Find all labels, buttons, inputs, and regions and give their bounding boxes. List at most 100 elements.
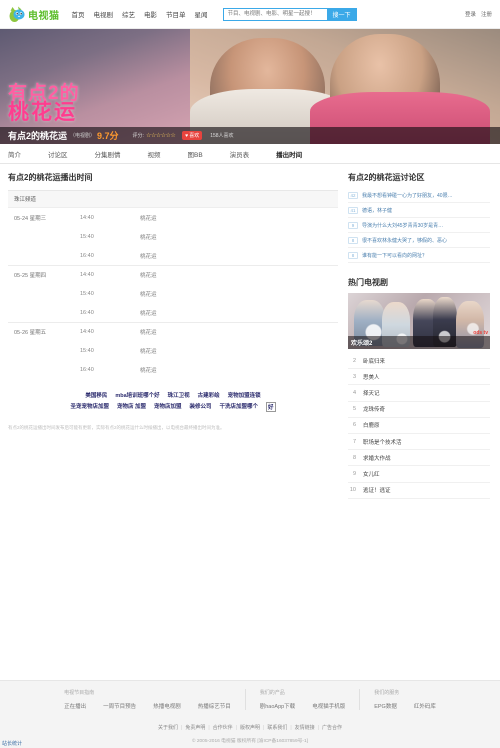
like-button[interactable]: ♥ 喜欢 [182, 131, 202, 140]
nav-item-movies[interactable]: 电影 [144, 9, 157, 19]
footer-link[interactable]: 正在播出 [64, 702, 86, 710]
tag-link[interactable]: 圣宠宠物店加盟 [70, 402, 109, 412]
hot-drama-name[interactable]: 龙珠传奇 [363, 405, 385, 413]
hot-drama-item[interactable]: 6白鹿原 [348, 418, 490, 434]
nav-item-home[interactable]: 首页 [72, 9, 85, 19]
hot-drama-item[interactable]: 7职场是个技术活 [348, 434, 490, 450]
schedule-program[interactable]: 桃花运 [140, 271, 157, 279]
hot-drama-name[interactable]: 逃证！逃证 [363, 486, 391, 494]
tab-video[interactable]: 视频 [148, 149, 161, 159]
footer-link[interactable]: 红外码库 [414, 702, 436, 710]
nav-item-schedule[interactable]: 节目单 [166, 9, 186, 19]
hot-drama-item[interactable]: 4 择天记 [348, 385, 490, 401]
hot-drama-name[interactable]: 职场是个技术活 [363, 438, 402, 446]
search-button[interactable]: 搜一下 [327, 8, 357, 21]
discussion-title[interactable]: 很不喜欢林永健大哭了，够假的、恶心 [362, 237, 447, 244]
tab-cast[interactable]: 演员表 [230, 149, 250, 159]
search-input[interactable] [223, 8, 327, 21]
footer-link[interactable]: 电视猫手机版 [312, 702, 345, 710]
tag-link[interactable]: 宠物店 加盟 [117, 402, 146, 412]
nav-item-variety[interactable]: 综艺 [122, 9, 135, 19]
hero-info-bar: 有点2的桃花运 （电视剧） 9.7分 评分: ☆☆☆☆☆☆ ♥ 喜欢 158人喜… [0, 127, 500, 144]
tab-episodes[interactable]: 分集剧情 [95, 149, 121, 159]
hot-drama-item[interactable]: 8求婚大作战 [348, 450, 490, 466]
footer-nav-link[interactable]: 广告合作 [322, 725, 342, 731]
hot-drama-rank: 5 [348, 406, 356, 412]
schedule-row: 05-25 星期四14:40桃花运 [8, 265, 338, 284]
tag-link[interactable]: 干洗店加盟哪个 [220, 402, 259, 412]
tab-intro[interactable]: 简介 [8, 149, 21, 159]
footer-link[interactable]: EPG数据 [374, 702, 397, 710]
footer-nav-link[interactable]: 关于我们 [158, 725, 178, 731]
tag-link[interactable]: 装修公司 [190, 402, 212, 412]
discussion-item[interactable]: 8谁有能一下可以看向的网址？ [348, 248, 490, 263]
discussion-title[interactable]: 德语，林子健 [362, 207, 392, 214]
hot-drama-name[interactable]: 思美人 [363, 373, 380, 381]
hot-drama-name[interactable]: 择天记 [363, 389, 380, 397]
hot-drama-name[interactable]: 求婚大作战 [363, 454, 391, 462]
rating-label: 评分: [133, 132, 144, 139]
footer-nav-link[interactable]: 版权声明 [240, 725, 260, 731]
schedule-program[interactable]: 桃花运 [140, 233, 157, 241]
tab-airtime[interactable]: 播出时间 [276, 149, 302, 159]
hot-drama-item[interactable]: 3思美人 [348, 369, 490, 385]
schedule-program[interactable]: 桃花运 [140, 290, 157, 298]
cat-logo-icon [8, 5, 26, 23]
schedule-table: 珠江频道 05-24 星期三14:40桃花运15:40桃花运16:40桃花运05… [8, 190, 338, 379]
hot-drama-list: 2 卧底归来 3思美人 4 择天记 5 龙珠传奇 6白鹿原7职场是个技术活8求婚大作战9女儿红… [348, 353, 490, 499]
stat-counter-link[interactable]: 站长统计 [2, 740, 22, 747]
discussion-item[interactable]: 8很不喜欢林永健大哭了，够假的、恶心 [348, 233, 490, 248]
schedule-time: 16:40 [80, 310, 140, 316]
tag-link[interactable]: 美国移民 [85, 391, 107, 399]
footer-nav-link[interactable]: 免责声明 [185, 725, 205, 731]
footer-nav-link[interactable]: 联系我们 [267, 725, 287, 731]
tag-link[interactable]: 宠物店加盟 [154, 402, 182, 412]
footer-link[interactable]: 热播电视剧 [153, 702, 181, 710]
tag-link[interactable]: 宠物加盟连锁 [228, 391, 261, 399]
site-logo[interactable]: 电视猫 [8, 5, 60, 23]
hot-drama-rank: 4 [348, 390, 356, 396]
hot-drama-name[interactable]: 卧底归来 [363, 357, 385, 365]
schedule-program[interactable]: 桃花运 [140, 328, 157, 336]
footer-nav-link[interactable]: 友情链接 [295, 725, 315, 731]
tab-discussion[interactable]: 讨论区 [48, 149, 68, 159]
hot-drama-item[interactable]: 5 龙珠传奇 [348, 402, 490, 418]
tag-link[interactable]: 珠江卫视 [168, 391, 190, 399]
tab-photos[interactable]: 图BB [188, 149, 203, 159]
hot-drama-item[interactable]: 9女儿红 [348, 466, 490, 482]
discussion-item[interactable]: 41德语，林子健 [348, 203, 490, 218]
schedule-program[interactable]: 桃花运 [140, 214, 157, 222]
discussion-item[interactable]: 9导演为什么大刘45岁青青30岁是青… [348, 218, 490, 233]
hot-feature-thumbnail[interactable]: ods tv 欢乐颂2 [348, 293, 490, 349]
discussion-reply-count: 42 [348, 192, 358, 199]
hot-drama-name[interactable]: 女儿红 [363, 470, 380, 478]
nav-item-tv-series[interactable]: 电视剧 [94, 9, 114, 19]
discussion-list: 42 我最不想看钟碰一心为了好朋友，40限… 41德语，林子健9导演为什么大刘45岁… [348, 188, 490, 263]
rating-stars-icon[interactable]: ☆☆☆☆☆☆ [146, 132, 175, 139]
footer-nav-link[interactable]: 合作伙伴 [213, 725, 233, 731]
schedule-program[interactable]: 桃花运 [140, 366, 157, 374]
login-link[interactable]: 登录 [465, 10, 476, 18]
footer-bottom: 关于我们|免责声明|合作伙伴|版权声明|联系我们|友情链接|广告合作 © 200… [0, 710, 500, 748]
rating-widget[interactable]: 评分: ☆☆☆☆☆☆ [133, 132, 176, 139]
footer-link[interactable]: 一周节目预告 [103, 702, 136, 710]
hot-drama-item[interactable]: 10逃证！逃证 [348, 483, 490, 499]
discussion-title[interactable]: 我最不想看钟碰一心为了好朋友，40限… [362, 192, 453, 199]
nav-item-star-news[interactable]: 星闻 [195, 9, 208, 19]
hot-drama-item[interactable]: 2 卧底归来 [348, 353, 490, 369]
discussion-item[interactable]: 42 我最不想看钟碰一心为了好朋友，40限… [348, 188, 490, 203]
schedule-program[interactable]: 桃花运 [140, 309, 157, 317]
footer-link[interactable]: 热播综艺节目 [198, 702, 231, 710]
schedule-program[interactable]: 桃花运 [140, 347, 157, 355]
discussion-title[interactable]: 谁有能一下可以看向的网址？ [362, 252, 427, 259]
register-link[interactable]: 注册 [481, 10, 492, 18]
footer-link[interactable]: 剧haoApp下载 [260, 702, 295, 710]
hot-drama-rank: 2 [348, 358, 356, 364]
tag-link[interactable]: 古建彩绘 [198, 391, 220, 399]
schedule-time: 14:40 [80, 215, 140, 221]
discussion-title[interactable]: 导演为什么大刘45岁青青30岁是青… [362, 222, 443, 229]
hot-drama-name[interactable]: 白鹿原 [363, 421, 380, 429]
schedule-program[interactable]: 桃花运 [140, 252, 157, 260]
tag-link[interactable]: 好 [266, 402, 276, 412]
tag-link[interactable]: mba培训班哪个好 [115, 391, 159, 399]
